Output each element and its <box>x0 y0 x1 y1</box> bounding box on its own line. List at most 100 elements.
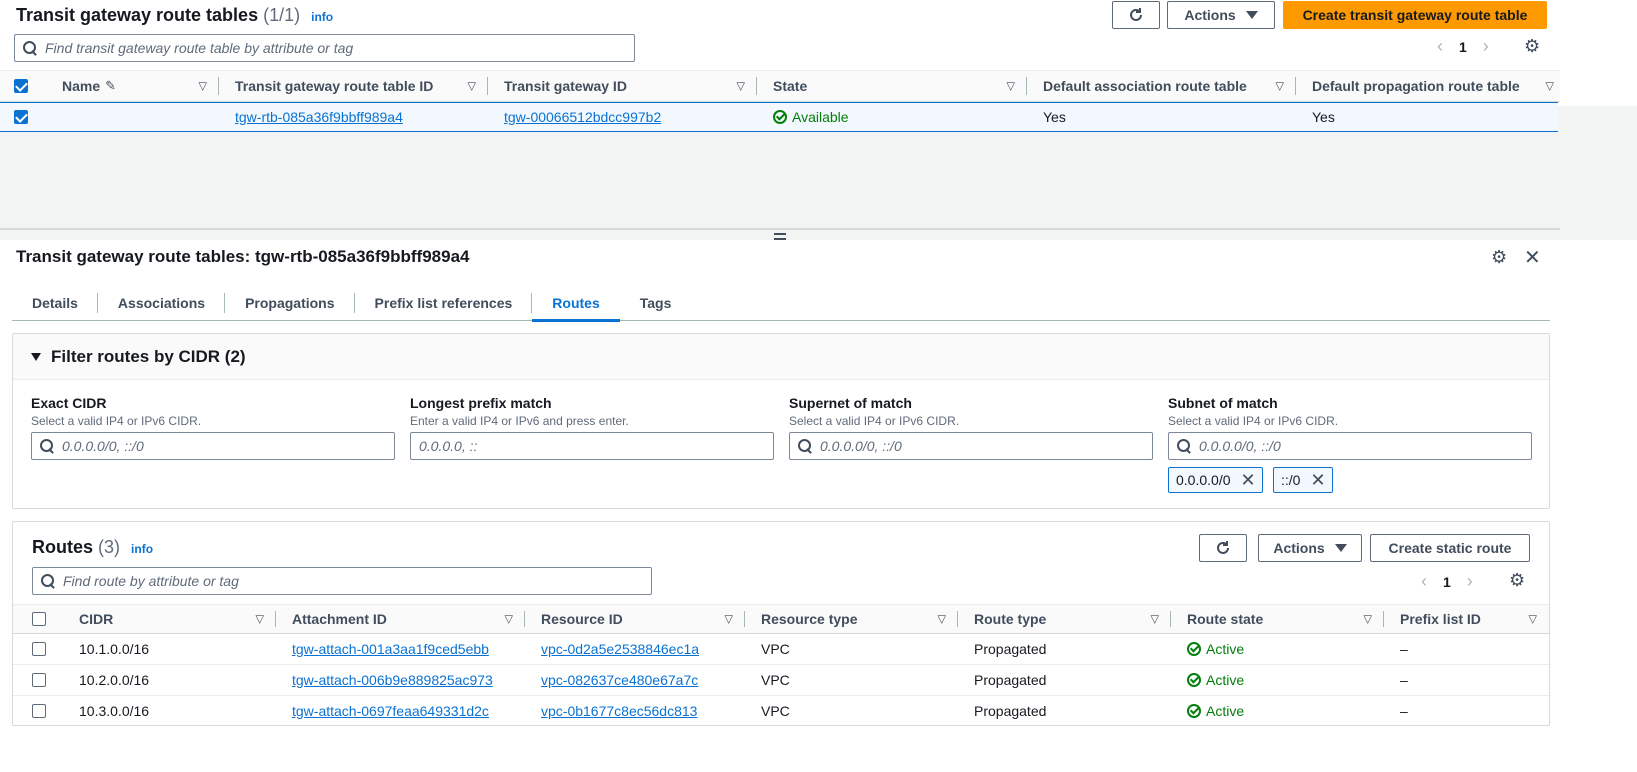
subnet-desc: Select a valid IP4 or IPv6 CIDR. <box>1168 414 1339 428</box>
tab-details[interactable]: Details <box>12 285 98 321</box>
info-link[interactable]: info <box>131 542 153 556</box>
create-static-route-button[interactable]: Create static route <box>1370 534 1530 562</box>
col-tgw-id[interactable]: Transit gateway ID ▽ <box>488 71 757 101</box>
next-page-icon[interactable]: › <box>1483 36 1489 57</box>
supernet-input[interactable]: 0.0.0.0/0, ::/0 <box>789 432 1153 460</box>
sort-icon: ▽ <box>467 80 476 93</box>
split-panel-gear-icon[interactable]: ⚙ <box>1491 247 1507 268</box>
sort-icon: ▽ <box>1363 613 1372 626</box>
resource-link[interactable]: vpc-0d2a5e2538846ec1a <box>541 641 699 657</box>
table-row[interactable]: 10.3.0.0/16 tgw-attach-0697feaa649331d2c… <box>13 696 1549 726</box>
actions-button[interactable]: Actions <box>1167 1 1275 29</box>
cell-cidr: 10.2.0.0/16 <box>79 672 150 688</box>
row-checkbox[interactable] <box>14 110 28 124</box>
exact-cidr-input[interactable]: 0.0.0.0/0, ::/0 <box>31 432 395 460</box>
next-page-icon[interactable]: › <box>1467 571 1473 592</box>
tab-tags[interactable]: Tags <box>620 285 692 321</box>
col-default-association[interactable]: Default association route table ▽ <box>1027 71 1296 101</box>
sort-icon: ▽ <box>504 613 513 626</box>
routes-preferences-gear-icon[interactable]: ⚙ <box>1509 570 1525 591</box>
table-row[interactable]: 10.2.0.0/16 tgw-attach-006b9e889825ac973… <box>13 665 1549 696</box>
table-row[interactable]: tgw-rtb-085a36f9bbff989a4 tgw-00066512bd… <box>0 102 1558 132</box>
split-panel-divider[interactable] <box>0 228 1560 230</box>
state-text: Available <box>792 109 849 125</box>
longest-prefix-input[interactable]: 0.0.0.0, :: <box>410 432 774 460</box>
cell-cidr: 10.1.0.0/16 <box>79 641 150 657</box>
tab-routes[interactable]: Routes <box>532 285 621 322</box>
col-attachment-id[interactable]: Attachment ID ▽ <box>276 605 525 633</box>
longest-prefix-label: Longest prefix match <box>410 395 552 411</box>
info-link[interactable]: info <box>311 10 333 24</box>
routes-actions-button[interactable]: Actions <box>1258 534 1362 562</box>
col-label: CIDR <box>79 611 114 627</box>
resource-link[interactable]: vpc-0b1677c8ec56dc813 <box>541 703 697 719</box>
attachment-link[interactable]: tgw-attach-001a3aa1f9ced5ebb <box>292 641 489 657</box>
attachment-link[interactable]: tgw-attach-0697feaa649331d2c <box>292 703 489 719</box>
resource-link[interactable]: vpc-082637ce480e67a7c <box>541 672 698 688</box>
col-route-state[interactable]: Route state ▽ <box>1171 605 1384 633</box>
remove-token-icon[interactable]: ✕ <box>1241 470 1262 491</box>
cell-route-type: Propagated <box>974 641 1047 657</box>
row-checkbox[interactable] <box>32 642 46 656</box>
select-all-checkbox[interactable] <box>32 612 46 626</box>
prev-page-icon[interactable]: ‹ <box>1421 571 1427 592</box>
col-prefix-list-id[interactable]: Prefix list ID ▽ <box>1384 605 1549 633</box>
pencil-icon: ✎ <box>105 78 117 93</box>
col-state[interactable]: State ▽ <box>757 71 1027 101</box>
table-row[interactable]: 10.1.0.0/16 tgw-attach-001a3aa1f9ced5ebb… <box>13 634 1549 665</box>
cell-resource: vpc-0d2a5e2538846ec1a <box>525 634 745 664</box>
route-table-id-link[interactable]: tgw-rtb-085a36f9bbff989a4 <box>235 109 403 125</box>
drag-handle-icon[interactable] <box>774 232 788 240</box>
row-checkbox[interactable] <box>32 673 46 687</box>
col-route-type[interactable]: Route type ▽ <box>958 605 1171 633</box>
sort-icon: ▽ <box>1528 613 1537 626</box>
cell-attachment: tgw-attach-006b9e889825ac973 <box>276 665 525 695</box>
create-route-table-button[interactable]: Create transit gateway route table <box>1283 1 1547 29</box>
select-all-checkbox[interactable] <box>14 79 28 93</box>
routes-title-text: Routes <box>32 537 94 557</box>
routes-refresh-button[interactable] <box>1199 534 1247 562</box>
col-resource-type[interactable]: Resource type ▽ <box>745 605 958 633</box>
row-checkbox[interactable] <box>32 704 46 718</box>
search-icon <box>1177 439 1191 453</box>
filter-title: Filter routes by CIDR (2) <box>51 346 246 366</box>
col-route-table-id[interactable]: Transit gateway route table ID ▽ <box>219 71 488 101</box>
col-resource-id[interactable]: Resource ID ▽ <box>525 605 745 633</box>
col-cidr[interactable]: CIDR ▽ <box>63 605 276 633</box>
route-table-search[interactable]: Find transit gateway route table by attr… <box>14 34 635 62</box>
col-label: Transit gateway ID <box>504 78 627 94</box>
exact-cidr-desc: Select a valid IP4 or IPv6 CIDR. <box>31 414 202 428</box>
close-icon[interactable]: ✕ <box>1524 245 1541 270</box>
routes-container: Routes (3) info Actions Create static ro… <box>12 521 1550 726</box>
refresh-button[interactable] <box>1112 1 1160 29</box>
tab-propagations[interactable]: Propagations <box>225 285 355 321</box>
caret-down-icon <box>1334 544 1347 552</box>
routes-pagination: ‹ 1 › <box>1421 571 1473 592</box>
status-badge: Active <box>1187 703 1244 719</box>
tab-prefix-list-references[interactable]: Prefix list references <box>355 285 533 321</box>
prev-page-icon[interactable]: ‹ <box>1437 36 1443 57</box>
placeholder: 0.0.0.0/0, ::/0 <box>62 438 144 454</box>
preferences-gear-icon[interactable]: ⚙ <box>1524 36 1540 57</box>
page-number[interactable]: 1 <box>1443 574 1451 590</box>
col-name[interactable]: Name ✎ ▽ <box>46 71 219 101</box>
col-label: Default propagation route table <box>1312 78 1520 94</box>
tab-associations[interactable]: Associations <box>98 285 226 321</box>
page-number[interactable]: 1 <box>1459 39 1467 55</box>
tab-label: Propagations <box>245 295 335 311</box>
search-icon <box>40 439 54 453</box>
attachment-link[interactable]: tgw-attach-006b9e889825ac973 <box>292 672 493 688</box>
create-label: Create static route <box>1388 540 1512 556</box>
col-label: Resource type <box>761 611 858 627</box>
search-icon <box>798 439 812 453</box>
subnet-input[interactable]: 0.0.0.0/0, ::/0 <box>1168 432 1532 460</box>
filter-routes-header[interactable]: Filter routes by CIDR (2) <box>13 334 1549 380</box>
tgw-id-link[interactable]: tgw-00066512bdcc997b2 <box>504 109 661 125</box>
col-default-propagation[interactable]: Default propagation route table ▽ <box>1296 71 1560 101</box>
row-select-cell <box>13 696 63 726</box>
remove-token-icon[interactable]: ✕ <box>1310 470 1331 491</box>
status-badge: Available <box>773 109 849 125</box>
cell-cidr: 10.3.0.0/16 <box>79 703 150 719</box>
cell-default-association: Yes <box>1043 109 1066 125</box>
routes-search[interactable]: Find route by attribute or tag <box>32 567 652 595</box>
